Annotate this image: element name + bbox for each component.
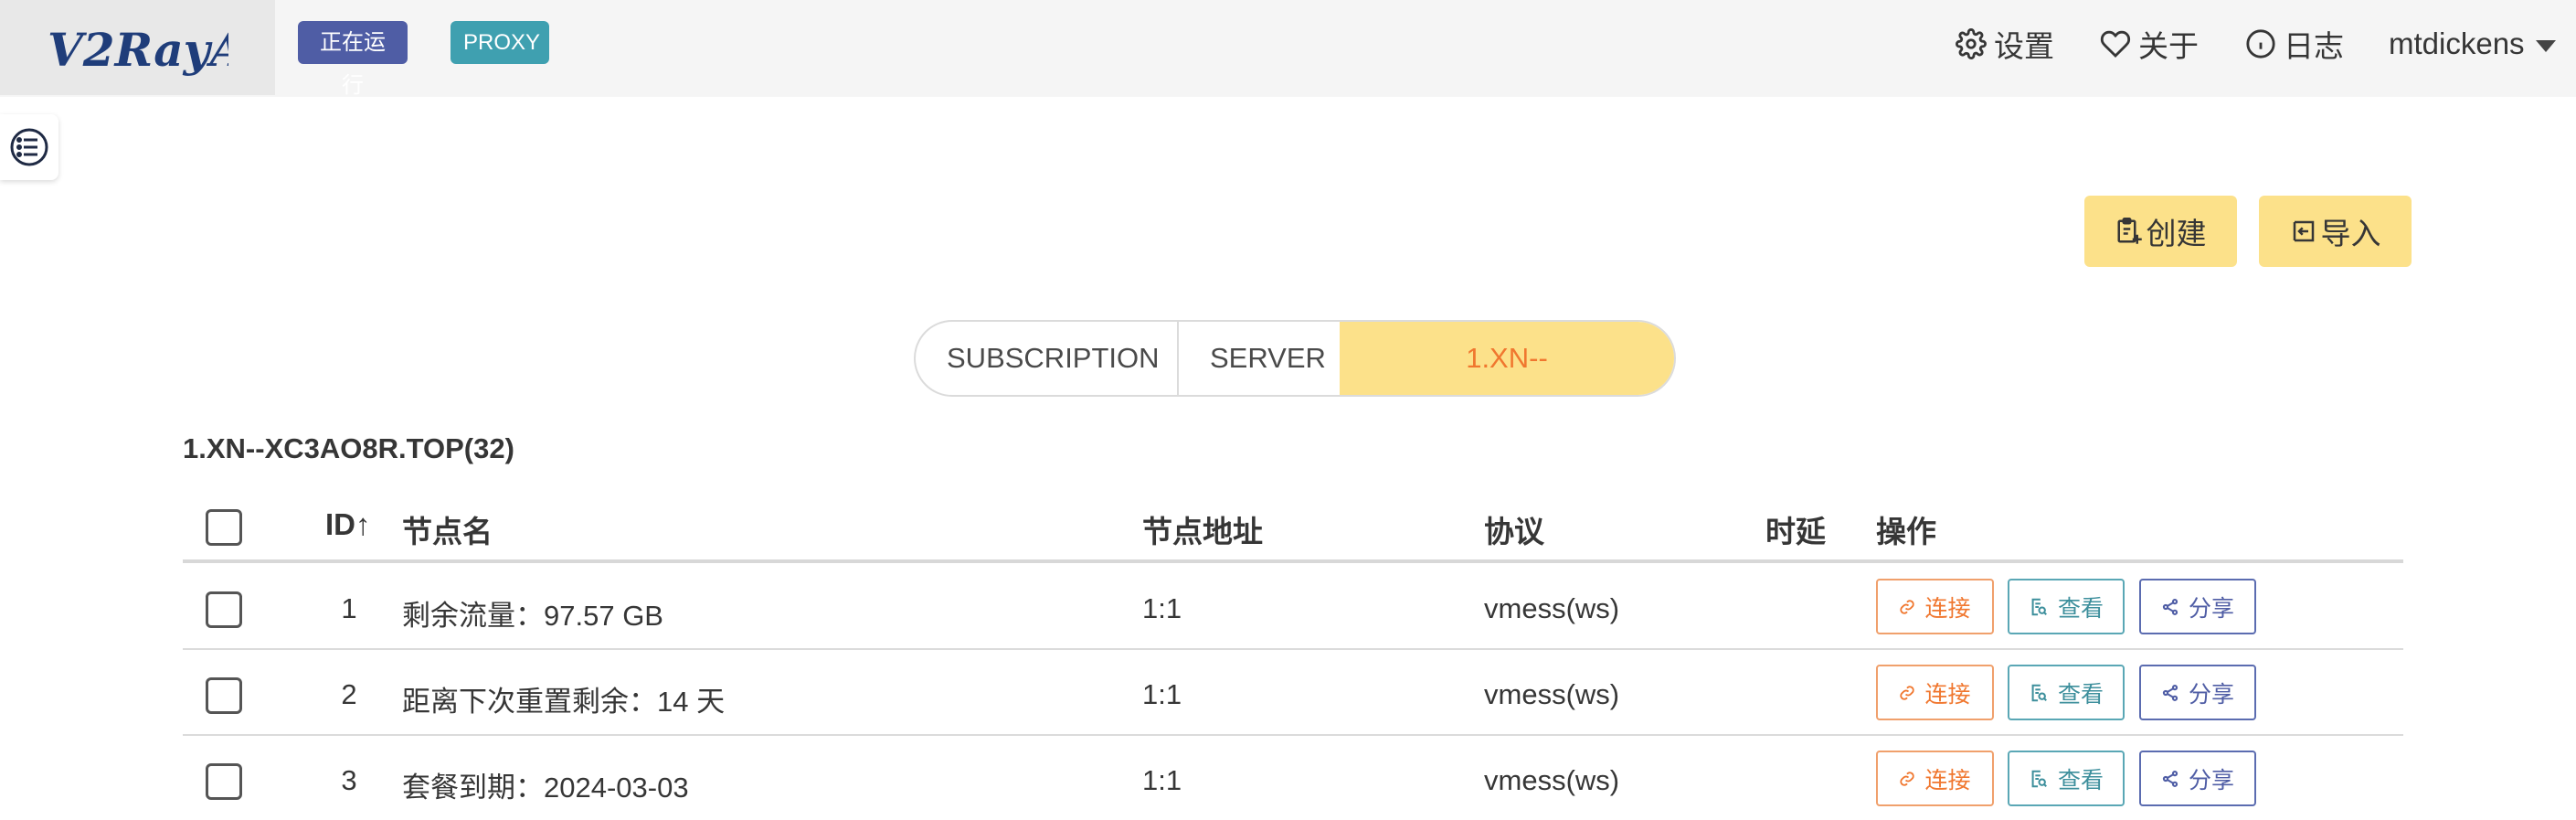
connect-label: 连接 (1924, 767, 1971, 793)
user-menu[interactable]: mtdickens (2389, 20, 2556, 68)
nav-settings-label: 设置 (1994, 29, 2054, 63)
tab-bar: SUBSCRIPTION SERVER 1.XN--XC3AO8R.TOP (914, 320, 1676, 397)
import-button-label: 导入 (2320, 217, 2381, 250)
view-label: 查看 (2057, 767, 2104, 793)
tab-subscription-group[interactable]: 1.XN--XC3AO8R.TOP (1340, 322, 1674, 395)
row-checkbox[interactable] (206, 763, 242, 800)
v2raya-logo: V2RayA (48, 23, 228, 77)
share-label: 分享 (2188, 595, 2234, 622)
row-id: 1 (341, 592, 357, 624)
share-button[interactable]: 分享 (2139, 751, 2256, 806)
share-icon (2162, 684, 2178, 701)
tab-server[interactable]: SERVER (1179, 322, 1340, 395)
username-label: mtdickens (2389, 27, 2525, 60)
view-button[interactable]: 查看 (2008, 579, 2125, 634)
header-divider (183, 559, 2403, 563)
row-protocol: vmess(ws) (1484, 592, 1620, 624)
nav-log[interactable]: 日志 (2245, 20, 2344, 68)
document-search-icon (2031, 598, 2047, 615)
view-button[interactable]: 查看 (2008, 751, 2125, 806)
column-header-address[interactable]: 节点地址 (1142, 507, 1263, 551)
row-address: 1:1 (1142, 592, 1182, 624)
heart-icon (2100, 30, 2131, 59)
nav-log-label: 日志 (2284, 29, 2344, 63)
connect-button[interactable]: 连接 (1876, 751, 1994, 806)
row-name: 套餐到期：2024-03-03 (402, 772, 689, 804)
link-icon (1900, 599, 1915, 614)
brand-logo[interactable]: V2RayA (0, 0, 275, 95)
list-circle-icon (10, 128, 48, 166)
nav-settings[interactable]: 设置 (1956, 20, 2054, 68)
connect-button[interactable]: 连接 (1876, 665, 1994, 720)
chevron-down-icon (2535, 39, 2556, 52)
link-icon (1900, 685, 1915, 700)
view-label: 查看 (2057, 595, 2104, 622)
group-title: 1.XN--XC3AO8R.TOP(32) (183, 432, 514, 464)
row-divider (183, 734, 2403, 736)
share-label: 分享 (2188, 681, 2234, 708)
row-address: 1:1 (1142, 764, 1182, 796)
connect-button[interactable]: 连接 (1876, 579, 1994, 634)
document-search-icon (2031, 684, 2047, 701)
row-protocol: vmess(ws) (1484, 764, 1620, 796)
side-menu-toggle[interactable] (0, 114, 58, 180)
column-header-operations: 操作 (1876, 515, 1936, 548)
sort-asc-icon: ↑ (355, 507, 371, 541)
top-navbar: V2RayA 正在运行 PROXY 设置 关于 日志 mtdickens (0, 0, 2576, 98)
view-label: 查看 (2057, 681, 2104, 708)
nav-about[interactable]: 关于 (2100, 20, 2199, 68)
view-button[interactable]: 查看 (2008, 665, 2125, 720)
share-button[interactable]: 分享 (2139, 665, 2256, 720)
row-protocol: vmess(ws) (1484, 678, 1620, 710)
column-header-id[interactable]: ID↑ (325, 507, 371, 542)
column-header-latency[interactable]: 时延 (1765, 507, 1826, 551)
create-button-label: 创建 (2146, 217, 2207, 250)
row-checkbox[interactable] (206, 677, 242, 714)
connect-label: 连接 (1924, 595, 1971, 622)
row-name: 剩余流量：97.57 GB (402, 600, 663, 632)
import-button[interactable]: 导入 (2259, 196, 2412, 267)
tab-subscription[interactable]: SUBSCRIPTION (916, 322, 1179, 395)
select-all-checkbox[interactable] (206, 509, 242, 546)
gear-icon (1956, 28, 1987, 59)
share-icon (2162, 598, 2178, 615)
share-label: 分享 (2188, 767, 2234, 793)
nav-about-label: 关于 (2138, 29, 2199, 63)
svg-text:V2RayA: V2RayA (48, 23, 228, 77)
column-header-protocol[interactable]: 协议 (1484, 507, 1544, 551)
share-icon (2162, 770, 2178, 787)
column-header-id-label: ID (325, 507, 355, 541)
document-search-icon (2031, 770, 2047, 787)
row-address: 1:1 (1142, 678, 1182, 710)
row-id: 3 (341, 764, 357, 796)
row-name: 距离下次重置剩余：14 天 (402, 686, 726, 718)
column-header-name[interactable]: 节点名 (402, 507, 493, 551)
link-icon (1900, 771, 1915, 786)
create-button[interactable]: 创建 (2084, 196, 2237, 267)
info-icon (2246, 29, 2275, 59)
mode-tag-proxy: PROXY (451, 21, 549, 64)
clipboard-add-icon (2117, 218, 2142, 244)
share-button[interactable]: 分享 (2139, 579, 2256, 634)
status-tag-running: 正在运行 (298, 21, 408, 98)
connect-label: 连接 (1924, 681, 1971, 708)
row-id: 2 (341, 678, 357, 710)
row-divider (183, 648, 2403, 650)
import-icon (2293, 220, 2314, 242)
row-checkbox[interactable] (206, 591, 242, 628)
